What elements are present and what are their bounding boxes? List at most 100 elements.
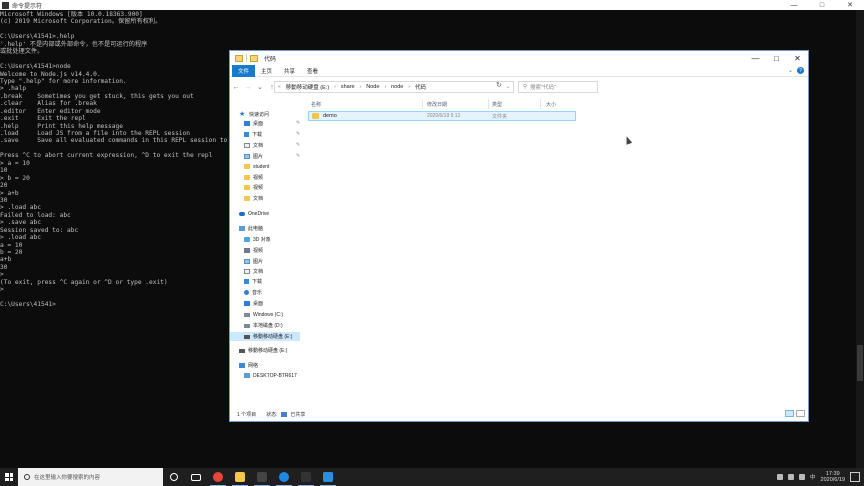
cmd-maximize-button[interactable]: □ — [808, 0, 836, 10]
breadcrumb-item[interactable]: 移動移动硬盘 (E:) — [286, 83, 329, 91]
sidebar-item[interactable]: 音乐 — [230, 288, 262, 297]
pin-icon[interactable]: ✎ — [296, 131, 300, 137]
taskbar-app-file-explorer[interactable] — [229, 468, 251, 486]
breadcrumb-item[interactable]: share — [341, 84, 355, 90]
sidebar-item[interactable]: 桌面 — [230, 299, 263, 308]
sidebar-item[interactable]: 文档 — [230, 194, 263, 203]
search-input[interactable]: ⚲ 搜索"代码" — [518, 81, 598, 93]
column-divider[interactable] — [488, 99, 489, 109]
sidebar-item[interactable]: 下载 — [230, 130, 262, 139]
sidebar-item[interactable]: 视频 — [230, 183, 263, 192]
tray-chevron-icon[interactable] — [777, 474, 784, 480]
sidebar-item[interactable]: 图片 — [230, 257, 263, 266]
forward-button[interactable]: → — [242, 84, 254, 91]
file-row-demo[interactable]: demo 2020/6/19 5:12 文件夹 — [308, 111, 576, 121]
clock[interactable]: 17:39 2020/6/19 — [821, 471, 845, 483]
cmd-scrollbar[interactable] — [856, 10, 864, 468]
taskbar-app-edge[interactable] — [273, 468, 295, 486]
taskbar-app-task-view[interactable] — [185, 468, 207, 486]
sidebar-item[interactable]: Windows (C:) — [230, 310, 283, 319]
start-button[interactable] — [0, 468, 18, 486]
folder-icon — [244, 175, 250, 180]
quick-access-folder-icon[interactable] — [235, 54, 243, 62]
typora-icon — [257, 472, 267, 482]
sidebar-item[interactable]: 文档 — [230, 141, 263, 150]
large-icons-view-icon[interactable] — [796, 410, 805, 417]
sidebar-item[interactable]: 此电脑 — [230, 224, 263, 233]
taskbar: 在这里输入你要搜索的内容 中 17:39 2020/6/19 — [0, 468, 864, 486]
taskbar-app-typora[interactable] — [251, 468, 273, 486]
sidebar-item-label: 桌面 — [253, 121, 264, 127]
breadcrumb-item[interactable]: 代码 — [415, 83, 426, 91]
network-status-icon[interactable] — [788, 474, 795, 480]
taskbar-search-box[interactable]: 在这里输入你要搜索的内容 — [18, 468, 163, 486]
cmd-scrollbar-thumb[interactable] — [857, 345, 863, 381]
usb-drive-icon — [244, 334, 250, 339]
tab-file[interactable]: 文件 — [232, 64, 256, 77]
column-divider[interactable] — [422, 99, 423, 109]
taskbar-app-terminal[interactable] — [295, 468, 317, 486]
breadcrumb-separator-icon: › — [408, 84, 411, 90]
action-center-icon[interactable] — [850, 472, 860, 482]
sidebar-item[interactable]: 下载 — [230, 277, 262, 286]
explorer-maximize-button[interactable]: □ — [766, 51, 787, 65]
sidebar-item[interactable]: 移動移动硬盘 (E:) — [230, 346, 287, 355]
sidebar-item[interactable]: 移動移动硬盘 (E:) — [230, 332, 300, 341]
address-dropdown-icon[interactable]: ⌄ — [506, 84, 510, 90]
console-line: (c) 2019 Microsoft Corporation。保留所有权利。 — [0, 18, 162, 26]
taskbar-app-chrome[interactable] — [207, 468, 229, 486]
pin-icon[interactable]: ✎ — [296, 120, 300, 126]
cmd-minimize-button[interactable]: — — [780, 0, 808, 10]
pin-icon[interactable]: ✎ — [296, 153, 300, 159]
column-header-size[interactable]: 大小 — [546, 101, 556, 108]
tab-share[interactable]: 共享 — [278, 65, 301, 77]
sidebar-item[interactable]: 本地磁盘 (D:) — [230, 321, 283, 330]
sidebar-item[interactable]: OneDrive — [230, 209, 269, 218]
sidebar-item[interactable]: DESKTOP-BTR617 — [230, 371, 297, 380]
breadcrumb-item[interactable]: node — [391, 84, 403, 90]
column-header-name[interactable]: 名称 — [311, 101, 321, 108]
breadcrumb-separator-icon: › — [359, 84, 362, 90]
ribbon-expand-icon[interactable]: ⌄ — [788, 67, 793, 74]
folder-icon — [244, 185, 250, 190]
sidebar-item[interactable]: 文档 — [230, 267, 263, 276]
taskbar-app-vscode[interactable] — [317, 468, 339, 486]
sidebar-item[interactable]: 桌面 — [230, 119, 263, 128]
sidebar-item[interactable]: 3D 对象 — [230, 235, 271, 244]
help-icon[interactable]: ? — [797, 67, 804, 74]
refresh-button[interactable]: ↻ — [496, 81, 502, 89]
column-divider[interactable] — [540, 99, 541, 109]
explorer-minimize-button[interactable]: — — [745, 51, 766, 65]
ime-indicator[interactable]: 中 — [810, 473, 816, 481]
sidebar-item[interactable]: 网络 — [230, 361, 258, 370]
sidebar-item[interactable]: student — [230, 162, 269, 171]
column-header-type[interactable]: 类型 — [492, 101, 502, 108]
folder-icon — [312, 113, 319, 119]
sidebar-item-label: 文档 — [253, 143, 264, 149]
cmd-titlebar[interactable]: 命令提示符 — □ ✕ — [0, 0, 864, 10]
network-icon — [239, 363, 245, 368]
sidebar-item[interactable]: 视频 — [230, 246, 263, 255]
breadcrumb-item[interactable]: Node — [366, 84, 379, 90]
computer-icon — [239, 226, 245, 231]
share-state-label: 状态: — [266, 411, 278, 418]
cmd-close-button[interactable]: ✕ — [836, 0, 864, 10]
sidebar-item[interactable]: ★ 快速访问 — [230, 110, 269, 119]
taskbar-app-cortana[interactable] — [163, 468, 185, 486]
new-folder-icon[interactable] — [250, 54, 258, 62]
sidebar-item[interactable]: 图片 — [230, 152, 263, 161]
pin-icon[interactable]: ✎ — [296, 142, 300, 148]
explorer-titlebar[interactable]: 代码 — □ ✕ — [230, 51, 808, 65]
back-button[interactable]: ← — [230, 84, 242, 91]
tab-view[interactable]: 查看 — [301, 65, 324, 77]
recent-locations-button[interactable]: ⌄ — [254, 83, 266, 91]
star-icon: ★ — [239, 111, 246, 118]
column-header-date[interactable]: 修改日期 — [427, 101, 447, 108]
tab-home[interactable]: 主页 — [255, 65, 278, 77]
clock-date: 2020/6/19 — [820, 477, 845, 483]
address-bar[interactable]: « 移動移动硬盘 (E:) › share › Node › node › 代码… — [274, 81, 514, 93]
details-view-icon[interactable] — [785, 410, 794, 417]
explorer-close-button[interactable]: ✕ — [787, 51, 808, 65]
volume-icon[interactable] — [799, 474, 806, 480]
sidebar-item[interactable]: 视频 — [230, 173, 263, 182]
